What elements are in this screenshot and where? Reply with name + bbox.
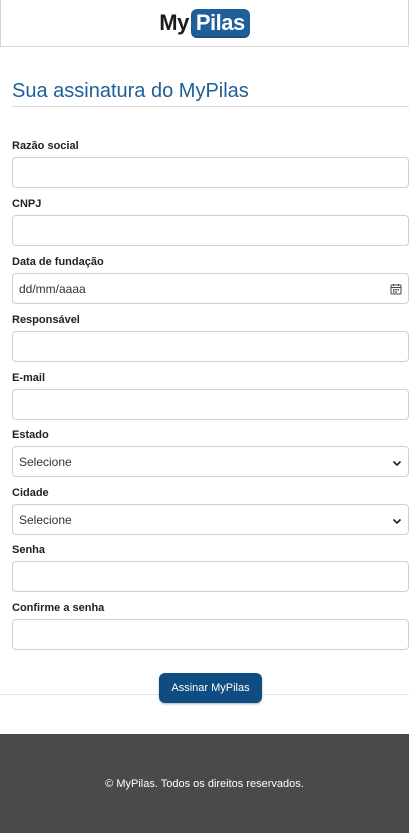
mypilas-logo[interactable]: My Pilas — [159, 8, 250, 38]
data-fundacao-input[interactable]: dd/mm/aaaa — [12, 273, 409, 304]
field-email: E-mail — [12, 372, 409, 420]
top-bar: My Pilas — [0, 0, 409, 47]
cnpj-label: CNPJ — [12, 198, 42, 210]
estado-label: Estado — [12, 429, 49, 441]
field-confirme-senha: Confirme a senha — [12, 602, 409, 650]
senha-input[interactable] — [12, 561, 409, 592]
field-cnpj: CNPJ — [12, 198, 409, 246]
logo-text-pilas: Pilas — [190, 8, 250, 38]
field-cidade: Cidade Selecione — [12, 487, 409, 535]
data-fundacao-label: Data de fundação — [12, 256, 104, 268]
cidade-label: Cidade — [12, 487, 49, 499]
email-label: E-mail — [12, 372, 46, 384]
field-responsavel: Responsável — [12, 314, 409, 362]
calendar-icon[interactable] — [390, 283, 402, 295]
copyright-text: © MyPilas. Todos os direitos reservados. — [105, 777, 304, 790]
razao-social-input[interactable] — [12, 157, 409, 188]
submit-button[interactable]: Assinar MyPilas — [159, 673, 262, 703]
responsavel-input[interactable] — [12, 331, 409, 362]
logo-text-my: My — [159, 10, 189, 35]
chevron-down-icon — [392, 457, 402, 467]
field-data-fundacao: Data de fundação dd/mm/aaaa — [12, 256, 409, 304]
chevron-down-icon — [392, 515, 402, 525]
responsavel-label: Responsável — [12, 314, 80, 326]
estado-select[interactable]: Selecione — [12, 446, 409, 477]
estado-selected-value: Selecione — [19, 454, 72, 469]
email-input[interactable] — [12, 389, 409, 420]
page-title: Sua assinatura do MyPilas — [12, 80, 249, 102]
field-razao-social: Razão social — [12, 140, 409, 188]
cidade-selected-value: Selecione — [19, 512, 72, 527]
footer: © MyPilas. Todos os direitos reservados. — [0, 734, 409, 833]
razao-social-label: Razão social — [12, 140, 79, 152]
title-divider — [12, 106, 409, 107]
field-estado: Estado Selecione — [12, 429, 409, 477]
cidade-select[interactable]: Selecione — [12, 504, 409, 535]
data-fundacao-value: dd/mm/aaaa — [19, 281, 86, 296]
confirme-senha-input[interactable] — [12, 619, 409, 650]
cnpj-input[interactable] — [12, 215, 409, 246]
senha-label: Senha — [12, 544, 46, 556]
confirme-senha-label: Confirme a senha — [12, 602, 105, 614]
field-senha: Senha — [12, 544, 409, 592]
